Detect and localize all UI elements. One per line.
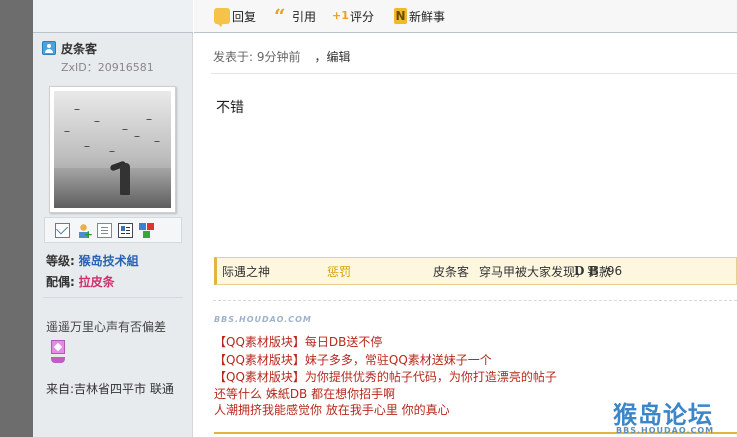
card-icon[interactable]	[118, 222, 133, 238]
logo-subtext: BBS.HOUDAO.COM	[616, 426, 715, 435]
rate-icon: +1	[332, 9, 349, 22]
post-meta: 发表于: 9分钟前 ，编辑	[213, 48, 351, 65]
author-action-bar	[44, 217, 182, 243]
signature-line: 【QQ素材版块】为你提供优秀的帖子代码，为你打造漂亮的帖子	[214, 370, 557, 384]
bird-icon	[134, 136, 140, 138]
avatar[interactable]	[49, 86, 176, 213]
bird-icon	[122, 129, 128, 131]
rating-type: 惩罚	[327, 264, 352, 279]
avatar-figure	[120, 163, 130, 195]
rating-amount: D B -96	[574, 264, 622, 278]
post-main: 回复 “ 引用 +1 评分 N 新鲜事 发表于: 9分钟前 ，编辑 不错 际遇之神…	[194, 0, 737, 437]
rating-record: 际遇之神 惩罚 皮条客 穿马甲被大家发现，罚款 D B -96	[214, 257, 737, 285]
author-location: 来自:吉林省四平市 联通	[46, 382, 174, 396]
signature-divider	[213, 300, 737, 301]
user-icon	[42, 41, 56, 55]
bird-icon	[74, 109, 80, 111]
author-signature: 遥遥万里心声有否偏差	[46, 320, 167, 334]
blocks-icon[interactable]	[139, 222, 154, 238]
edit-link[interactable]: ，编辑	[315, 50, 351, 64]
author-name[interactable]: 皮条客	[61, 40, 97, 57]
rate-button[interactable]: +1 评分	[332, 7, 374, 25]
quote-icon: “	[274, 4, 286, 28]
quote-button[interactable]: “ 引用	[274, 4, 317, 28]
level-label: 等级:	[46, 254, 75, 268]
add-friend-icon[interactable]	[76, 222, 93, 241]
post-divider	[211, 73, 737, 74]
rate-label: 评分	[350, 9, 375, 24]
reply-icon	[214, 8, 230, 27]
rating-target: 皮条客	[433, 264, 470, 279]
quote-label: 引用	[292, 9, 317, 24]
avatar-image	[54, 91, 171, 208]
logo-text: 猴岛论坛	[613, 400, 713, 429]
sidebar-header-band	[33, 0, 193, 33]
signature-line: 【QQ素材版块】妹子多多，常驻QQ素材送妹子一个	[214, 353, 492, 367]
message-icon[interactable]	[55, 222, 70, 238]
spouse-value[interactable]: 拉皮条	[79, 275, 115, 289]
avatar-sea	[54, 168, 171, 208]
bird-icon	[94, 121, 100, 123]
signature-line: 还等什么 姝紙DB 都在想你招手啊	[214, 387, 396, 401]
spouse-row: 配偶: 拉皮条	[46, 273, 115, 290]
profile-icon[interactable]	[97, 222, 112, 238]
news-icon: N	[394, 8, 407, 24]
post-content: 不错	[216, 100, 244, 116]
signature-line: 人潮拥挤我能感觉你 放在我手心里 你的真心	[214, 403, 450, 417]
author-zxid: ZxID：20916581	[61, 61, 154, 74]
reply-label: 回复	[232, 9, 257, 24]
level-row: 等级: 猴岛技术組	[46, 252, 139, 269]
bird-icon	[154, 141, 160, 143]
spouse-label: 配偶:	[46, 275, 75, 289]
medal-icon[interactable]	[51, 340, 65, 366]
site-logo: 猴岛论坛 BBS.HOUDAO.COM	[610, 395, 737, 437]
bird-icon	[84, 146, 90, 148]
author-sidebar: 皮条客 ZxID：20916581 等级: 猴岛技术組 配偶: 拉皮条	[33, 0, 193, 437]
news-label: 新鲜事	[409, 9, 446, 24]
left-edge-strip	[0, 0, 33, 437]
bird-icon	[146, 119, 152, 121]
rating-value: -96	[602, 264, 623, 278]
post-toolbar: 回复 “ 引用 +1 评分 N 新鲜事	[194, 0, 737, 33]
posted-time: 发表于: 9分钟前	[213, 50, 301, 64]
news-button[interactable]: N 新鲜事	[394, 7, 445, 25]
rating-user[interactable]: 际遇之神	[222, 263, 270, 280]
signature-line: 【QQ素材版块】每日DB送不停	[214, 335, 383, 349]
level-value[interactable]: 猴岛技术組	[79, 254, 139, 268]
sidebar-divider	[43, 297, 183, 298]
bird-icon	[64, 131, 70, 133]
rating-currency: D B	[574, 264, 599, 278]
bird-icon	[109, 151, 115, 153]
signature-watermark: BBS.HOUDAO.COM	[214, 315, 312, 324]
reply-button[interactable]: 回复	[214, 7, 257, 27]
